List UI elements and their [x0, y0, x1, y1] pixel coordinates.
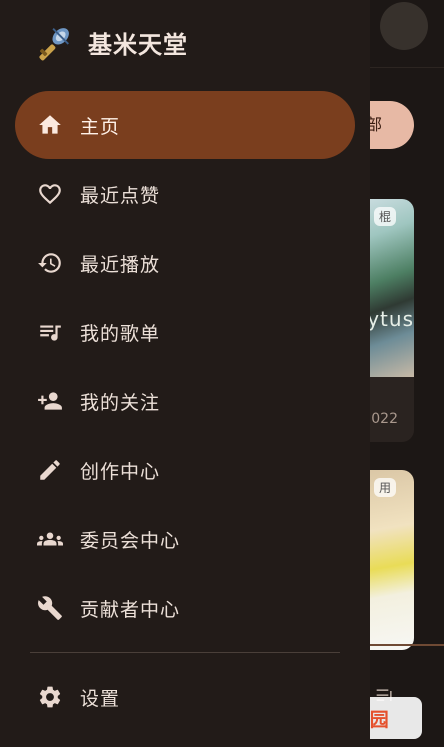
nav-label: 主页: [80, 115, 121, 138]
avatar[interactable]: [380, 2, 428, 50]
nav-item-home[interactable]: 主页: [15, 91, 355, 159]
nav-label: 创作中心: [80, 460, 161, 483]
wrench-icon: [36, 594, 64, 622]
nav-label: 设置: [80, 687, 121, 710]
nav-label: 贡献者中心: [80, 598, 181, 621]
nav-item-recent-plays[interactable]: 最近播放: [15, 229, 355, 297]
nav-label: 最近点赞: [80, 184, 161, 207]
nav-label: 我的关注: [80, 391, 161, 414]
heart-outline-icon: [36, 180, 64, 208]
nav-item-recent-likes[interactable]: 最近点赞: [15, 160, 355, 228]
nav-item-contributor-center[interactable]: 贡献者中心: [15, 574, 355, 642]
history-icon: [36, 249, 64, 277]
person-add-icon: [36, 387, 64, 415]
nav-item-settings[interactable]: 设置: [15, 663, 355, 731]
progress-line: [370, 644, 444, 646]
playlist-icon: [36, 318, 64, 346]
cover-overlay-text: ytus: [367, 307, 414, 331]
group-icon: [36, 525, 64, 553]
nav-label: 我的歌单: [80, 322, 161, 345]
nav-label: 委员会中心: [80, 529, 181, 552]
app-logo-icon: [39, 28, 69, 61]
drawer-header: 基米天堂: [36, 22, 188, 62]
cover-tag: 用: [373, 478, 396, 497]
nav-item-committee-center[interactable]: 委员会中心: [15, 505, 355, 573]
nav-item-my-playlists[interactable]: 我的歌单: [15, 298, 355, 366]
pencil-icon: [36, 456, 64, 484]
card-date: 022: [371, 411, 398, 427]
nav-label: 最近播放: [80, 253, 161, 276]
nav-item-following[interactable]: 我的关注: [15, 367, 355, 435]
app-title: 基米天堂: [88, 30, 188, 59]
cover-tag: 棍: [373, 207, 396, 226]
navigation-drawer: 基米天堂 主页 最近点赞 最近播放 我的歌单 我的关注 创作中心 委员会中心 贡…: [0, 0, 370, 747]
drawer-divider: [30, 652, 340, 653]
gear-icon: [36, 683, 64, 711]
home-icon: [36, 111, 64, 139]
nav-item-creator-center[interactable]: 创作中心: [15, 436, 355, 504]
